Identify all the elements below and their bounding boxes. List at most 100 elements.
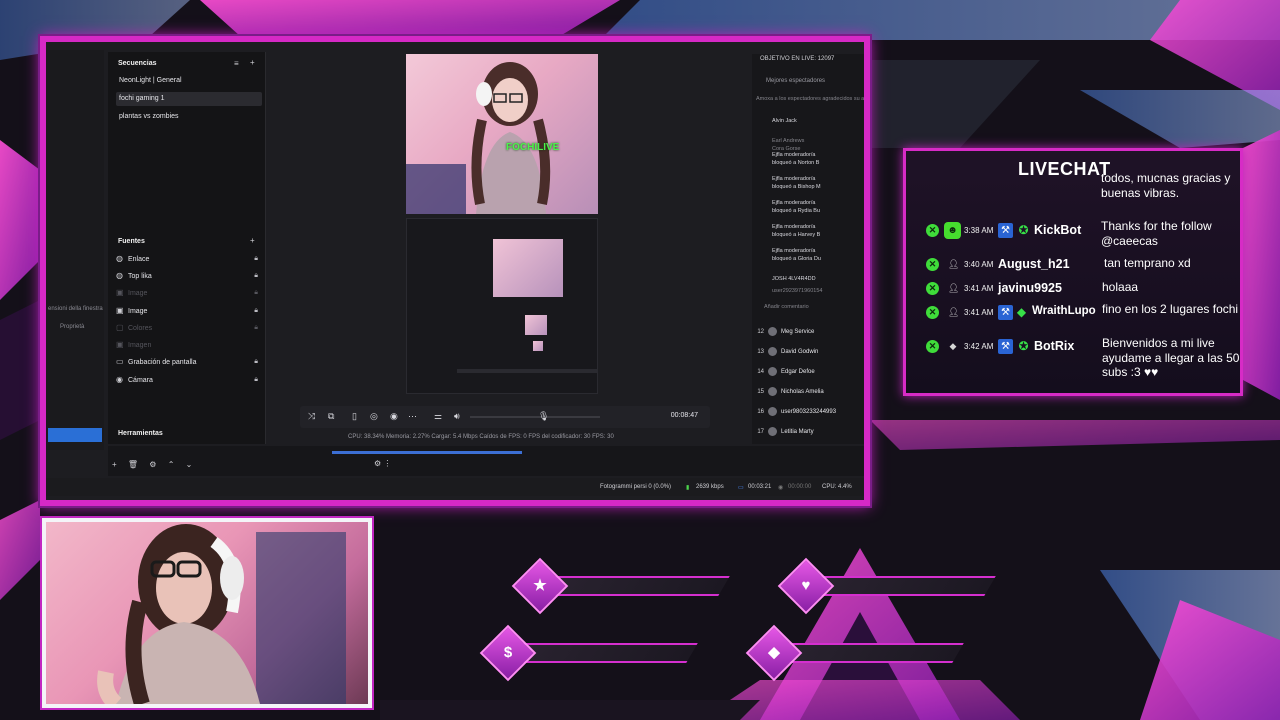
chat-username[interactable]: javinu9925 (998, 281, 1062, 295)
streamer-preview-image (406, 62, 551, 214)
stop-icon[interactable]: ◉ (390, 411, 398, 422)
source-label: Cámara (128, 377, 153, 384)
mod-line: bloqueó a Bishop M (772, 184, 821, 190)
chat-message-text: tan temprano xd (1104, 256, 1191, 270)
lock-icon[interactable]: 🔒︎ (254, 304, 258, 318)
chat-username[interactable]: August_h21 (998, 257, 1070, 271)
lock-icon[interactable]: 🔒︎ (254, 373, 258, 387)
delete-icon[interactable]: 🗑︎ (128, 460, 138, 469)
source-label: Imagen (128, 342, 152, 349)
chat-username[interactable]: BotRix (1034, 339, 1074, 353)
tools-title[interactable]: Herramientas (118, 430, 163, 437)
chat-username[interactable]: KickBot (1034, 223, 1081, 237)
chat-username[interactable]: WraithLupo (1032, 305, 1096, 317)
chat-message-text: fino en los 2 lugares fochi (1102, 302, 1239, 316)
record-icon: ◉ (778, 485, 784, 491)
list-icon[interactable]: ≡ (234, 59, 239, 68)
stat-slot-star: ★ (511, 557, 730, 615)
screen-capture-frame: ensioni della finestra Proprietà Secuenc… (40, 36, 870, 506)
properties-button[interactable]: Proprietà (60, 324, 84, 330)
rank-name: David Godwin (781, 349, 819, 355)
lock-icon[interactable]: 🔒︎ (254, 321, 258, 335)
source-item-toplika[interactable]: ◍ Top lika 🔒︎ (116, 269, 262, 283)
mod-line: bloqueó a Harvey B (772, 232, 821, 238)
chevron-down-icon[interactable]: ⌄ (186, 460, 193, 469)
record-icon[interactable]: ◎ (370, 411, 378, 422)
mod-line: Ejfla moderador/a (772, 200, 816, 206)
phone-icon[interactable]: ▯ (352, 411, 357, 422)
mod-line: bloqueó a Norton B (772, 160, 820, 166)
nested-preview-image (493, 239, 563, 297)
user-icon: 👤︎ (948, 259, 960, 269)
source-item-screen-capture[interactable]: ▭ Grabación de pantalla 🔒︎ (116, 355, 262, 369)
signal-icon: ▮ (686, 485, 690, 491)
verified-icon: ✪ (1018, 223, 1029, 237)
lock-icon[interactable]: 🔒︎ (254, 286, 258, 300)
cpu-usage: CPU: 4.4% (822, 484, 852, 490)
source-label: Image (128, 290, 148, 297)
lock-icon[interactable]: 🔒︎ (254, 355, 258, 369)
source-item-image-hidden[interactable]: ▣ Image 🔒︎ (116, 286, 262, 300)
kick-badge-icon: ✕ (926, 258, 939, 271)
gear-icon[interactable]: ⚙︎ (149, 460, 156, 469)
chat-time: 3:38 AM (964, 226, 994, 235)
add-comment-input[interactable]: Añadir comentario (764, 304, 809, 310)
preview-canvas[interactable]: FOCHILIVE (406, 54, 598, 214)
source-item-link[interactable]: ◍ Enlace 🔒︎ (116, 252, 262, 266)
viewer-name: Alvin Jack (772, 118, 797, 124)
chat-message-text: Bienvenidos a mi live ayudame a llegar a… (1102, 336, 1240, 379)
chat-message-row: ✕ 👤︎ 3:41 AM javinu9925 (926, 279, 1116, 299)
mixer-icon[interactable]: ⚌ (434, 411, 442, 422)
timeline-tools: + 🗑︎ ⚙︎ ⌃ ⌄ (112, 460, 201, 469)
active-tab-indicator[interactable] (48, 428, 102, 442)
source-item-image[interactable]: ▣ Image 🔒︎ (116, 304, 262, 318)
add-scene-icon[interactable]: + (250, 58, 255, 67)
record-time: 00:00:00 (788, 484, 812, 490)
star-icon: ★ (533, 577, 547, 594)
settings-icon[interactable]: ⚙︎ ⋮ (374, 459, 391, 468)
mod-line: Ejfla moderador/a (772, 248, 816, 254)
chat-message-row: ✕ ◆ 3:42 AM ⚒ ✪ BotRix (926, 337, 1116, 357)
scene-icon[interactable]: ⧉ (328, 411, 334, 422)
scene-item[interactable]: plantas vs zombies (116, 110, 262, 124)
lock-icon[interactable]: 🔒︎ (254, 252, 258, 266)
shuffle-icon[interactable]: ⤨ (308, 411, 315, 422)
nested-preview-image-small (525, 315, 547, 335)
globe-icon: ◍ (116, 254, 123, 263)
chat-time: 3:42 AM (964, 342, 994, 351)
volume-icon[interactable]: 🔊︎ (454, 411, 460, 422)
kick-badge-icon: ✕ (926, 282, 939, 295)
diamond-icon: ◆ (768, 644, 780, 661)
image-icon: ▣ (116, 288, 124, 297)
preview-watermark-text: FOCHILIVE (506, 142, 560, 153)
moderator-icon: ⚒ (998, 339, 1013, 354)
source-item-colors-hidden[interactable]: ▢ Colores 🔒︎ (116, 321, 262, 335)
color-icon: ▢ (116, 323, 124, 332)
moderator-icon: ⚒ (998, 305, 1013, 320)
more-icon[interactable]: ⋯ (408, 411, 417, 422)
image-icon: ▣ (116, 306, 124, 315)
avatar (768, 426, 777, 436)
mod-line: bloqueó a Gloria Du (772, 256, 821, 262)
mod-line: Ejfla moderador/a (772, 176, 816, 182)
sequences-title: Secuencias (118, 60, 157, 67)
volume-slider[interactable] (470, 416, 600, 418)
source-item-camera[interactable]: ◉ Cámara 🔒︎ (116, 373, 262, 387)
timeline-progress[interactable] (332, 451, 522, 454)
monitor-icon: ▭ (116, 357, 124, 366)
diamond-badge-icon: ◆ (1016, 305, 1027, 319)
heart-icon: ♥ (801, 577, 811, 594)
stream-icon: ▭ (738, 485, 744, 491)
add-source-icon[interactable]: + (250, 236, 255, 245)
mic-icon[interactable]: 🎙︎ (538, 411, 549, 422)
chevron-up-icon[interactable]: ⌃ (168, 460, 175, 469)
scene-item-selected[interactable]: fochi gaming 1 (116, 92, 262, 106)
add-icon[interactable]: + (112, 460, 117, 469)
greeting-line: Amoxa a los espectadores agradecidos su … (756, 96, 868, 102)
scene-item[interactable]: NeonLight | General (116, 74, 262, 88)
source-label: Enlace (128, 256, 150, 263)
lock-icon[interactable]: 🔒︎ (254, 269, 258, 283)
source-item-imagen-hidden[interactable]: ▣ Imagen (116, 338, 262, 352)
avatar (768, 326, 777, 336)
moderator-icon: ⚒ (998, 223, 1013, 238)
